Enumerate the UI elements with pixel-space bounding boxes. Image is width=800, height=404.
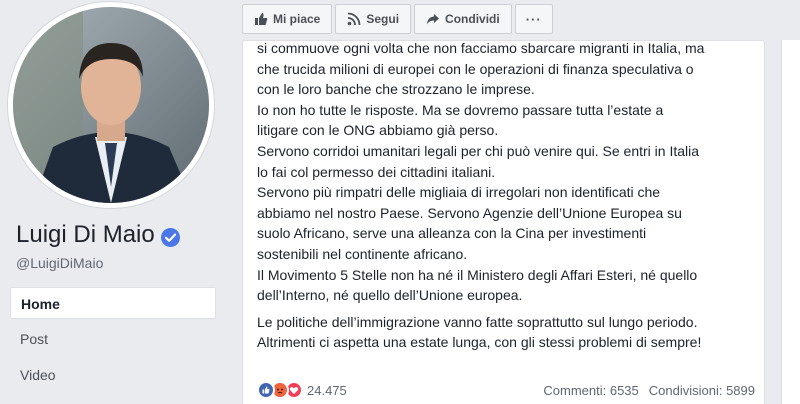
page-action-toolbar: Mi piace Segui Condividi ···: [242, 4, 553, 34]
follow-label: Segui: [366, 12, 400, 26]
post-line: si commuove ogni volta che non facciamo …: [257, 40, 705, 56]
post-card: si commuove ogni volta che non facciamo …: [242, 40, 765, 404]
profile-picture[interactable]: [8, 2, 214, 208]
comments-count-link[interactable]: Commenti: 6535: [543, 383, 638, 398]
post-line: suolo Africano, serve una alleanza con l…: [257, 225, 647, 242]
like-reaction-icon: [257, 381, 275, 399]
post-body: si commuove ogni volta che non facciamo …: [257, 40, 757, 353]
post-line: Servono corridoi umanitari legali per ch…: [257, 142, 700, 159]
post-line: Servono più rimpatri delle migliaia di i…: [257, 184, 661, 201]
post-line: Io non ho tutte le risposte. Ma se dovre…: [257, 101, 664, 118]
post-line: Altrimenti ci aspetta una estate lunga, …: [257, 334, 702, 351]
thumbs-up-icon: [254, 12, 268, 26]
share-label: Condividi: [445, 12, 500, 26]
post-line: abbiamo nel nostro Paese. Servono Agenzi…: [257, 204, 682, 221]
page-name[interactable]: Luigi Di Maio: [16, 221, 180, 249]
nav-item-video[interactable]: Video: [10, 359, 216, 391]
reactions-summary[interactable]: 24.475: [257, 381, 347, 399]
page-name-text[interactable]: Luigi Di Maio: [16, 221, 155, 249]
share-button[interactable]: Condividi: [414, 4, 512, 34]
left-column: Luigi Di Maio @LuigiDiMaio Home Post Vid…: [0, 0, 228, 404]
verified-badge-icon: [160, 226, 180, 247]
shares-count-link[interactable]: Condivisioni: 5899: [649, 383, 755, 398]
post-line: con le loro banche che strozzano le impr…: [257, 81, 535, 98]
post-line: lo fai col permesso dei cittadini italia…: [257, 163, 496, 180]
post-line: sostenibili nel continente africano.: [257, 245, 468, 262]
page-handle[interactable]: @LuigiDiMaio: [16, 255, 103, 271]
like-page-button[interactable]: Mi piace: [242, 4, 333, 34]
post-line: Il Movimento 5 Stelle non ha né il Minis…: [257, 266, 698, 283]
rss-follow-icon: [347, 12, 361, 26]
like-page-label: Mi piace: [273, 12, 321, 26]
post-line: Le politiche dell’immigrazione vanno fat…: [257, 313, 698, 330]
more-options-button[interactable]: ···: [514, 4, 553, 34]
post-line: che trucida milioni di europei con le op…: [257, 60, 694, 77]
reaction-count: 24.475: [307, 382, 347, 398]
post-stats: Commenti: 6535 Condivisioni: 5899: [543, 383, 755, 398]
post-footer: 24.475 Commenti: 6535 Condivisioni: 5899: [257, 379, 755, 401]
right-sidebar-edge: [781, 40, 800, 404]
post-line: dell’Interno, né quello dell’Unione euro…: [257, 287, 523, 304]
nav-item-home[interactable]: Home: [10, 287, 216, 319]
share-arrow-icon: [426, 12, 440, 26]
page-nav: Home Post Video: [10, 287, 216, 395]
profile-photo-image: [13, 7, 209, 203]
post-line: litigare con le ONG abbiamo già perso.: [257, 122, 499, 139]
nav-item-post[interactable]: Post: [10, 323, 216, 355]
follow-button[interactable]: Segui: [335, 4, 412, 34]
